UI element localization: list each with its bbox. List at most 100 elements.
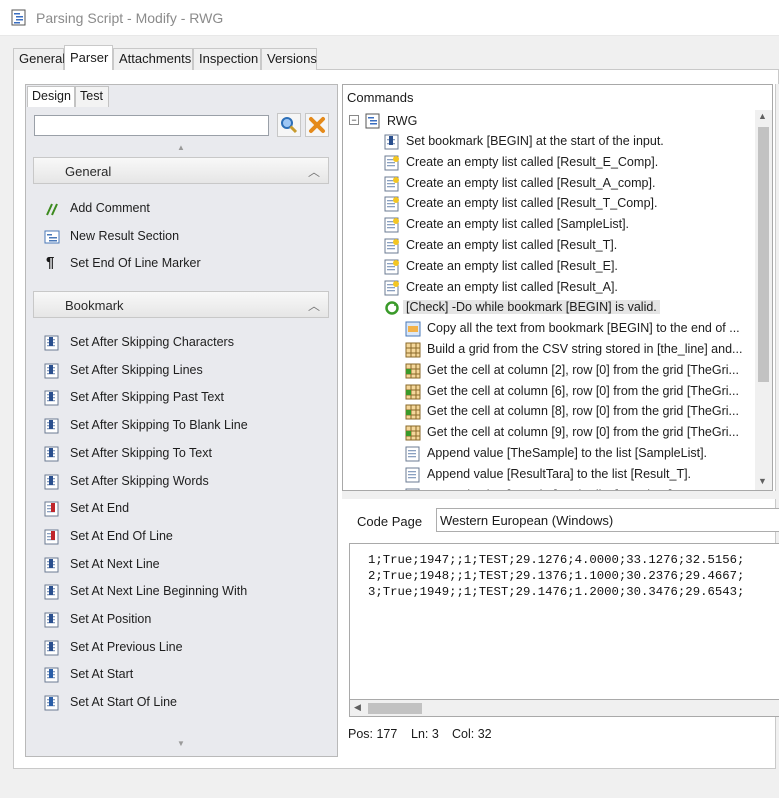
tab-test[interactable]: Test (75, 86, 109, 107)
toolbox-item-bookmark[interactable]: Set After Skipping Past Text (44, 388, 324, 408)
tree-root-label: RWG (387, 114, 418, 128)
toolbox-item-label: Set After Skipping To Blank Line (70, 418, 248, 433)
tree-row-command[interactable]: Create an empty list called [Result_T_Co… (384, 194, 764, 214)
result-section-icon (44, 230, 60, 244)
scrollbar-thumb[interactable] (368, 703, 422, 714)
tree-row-label: Create an empty list called [SampleList]… (406, 217, 630, 232)
test-input-textarea[interactable]: 1;True;1947;;1;TEST;29.1276;4.0000;33.12… (349, 543, 779, 717)
tree-row-command[interactable]: Get the cell at column [6], row [0] from… (405, 382, 772, 402)
tree-row-command[interactable]: Create an empty list called [Result_E]. (384, 257, 764, 277)
toolbox-scroll-up-icon[interactable]: ▲ (177, 143, 185, 152)
toolbox-scroll-down-icon[interactable]: ▼ (177, 739, 185, 748)
tab-versions[interactable]: Versions (261, 48, 317, 70)
tree-row-label: Get the cell at column [9], row [0] from… (427, 425, 739, 440)
toolbox-item-bookmark[interactable]: Set After Skipping To Blank Line (44, 416, 324, 436)
tree-row-command[interactable]: Create an empty list called [Result_A_co… (384, 174, 764, 194)
tree-row-command[interactable]: Create an empty list called [SampleList]… (384, 215, 764, 235)
toolbox-item-bookmark[interactable]: Set At Next Line (44, 555, 324, 575)
bookmark-start-icon (44, 695, 59, 711)
list-icon (384, 155, 399, 171)
commands-panel: Commands − RWG Set bookmark [BEGIN] at t… (342, 84, 773, 491)
tree-row-command[interactable]: Get the cell at column [9], row [0] from… (405, 423, 772, 443)
tree-row-label: Create an empty list called [Result_E]. (406, 258, 618, 273)
tree-row-command[interactable]: Create an empty list called [Result_A]. (384, 278, 764, 298)
toolbox-item-label: Set At Previous Line (70, 639, 183, 654)
loop-icon (385, 301, 399, 316)
tree-row-command[interactable]: Get the cell at column [8], row [0] from… (405, 402, 772, 422)
tree-row-label: Get the cell at column [6], row [0] from… (427, 383, 739, 398)
toolbox-item-label: Set After Skipping To Text (70, 445, 212, 460)
toolbox-item-bookmark[interactable]: Set After Skipping Words (44, 472, 324, 492)
toolbox-item-label: Set At Next Line (70, 556, 160, 571)
bookmark-icon (44, 418, 59, 434)
toolbox-item-bookmark[interactable]: Set After Skipping Lines (44, 361, 324, 381)
tab-design[interactable]: Design (27, 86, 75, 107)
text-horizontal-scrollbar[interactable]: ◀ (349, 699, 779, 717)
tree-row-command[interactable]: Set bookmark [BEGIN] at the start of the… (384, 132, 764, 152)
tab-attachments[interactable]: Attachments (113, 48, 193, 70)
tree-row-command[interactable]: Create an empty list called [Result_E_Co… (384, 153, 764, 173)
commands-vertical-scrollbar[interactable]: ▲ ▼ (755, 110, 772, 490)
tree-row-label: Create an empty list called [Result_E_Co… (406, 154, 659, 169)
tree-root[interactable]: − RWG (349, 112, 449, 132)
tab-general[interactable]: General (13, 48, 65, 70)
toolbox-item-bookmark[interactable]: Set At End Of Line (44, 527, 324, 547)
tree-row-command[interactable]: Get the cell at column [2], row [0] from… (405, 361, 772, 381)
toolbox-item-bookmark[interactable]: Set After Skipping To Text (44, 444, 324, 464)
pilcrow-icon: ¶ (46, 254, 55, 271)
collapse-chevron-icon: ︿ (307, 299, 320, 313)
bookmark-icon (44, 584, 59, 600)
copy-text-icon (405, 321, 421, 337)
group-header-bookmark[interactable]: Bookmark ︿ (33, 291, 329, 318)
tree-row-command[interactable]: Copy all the text from bookmark [BEGIN] … (405, 319, 772, 339)
toolbox-item-set-end-of-line-marker[interactable]: ¶ Set End Of Line Marker (44, 254, 324, 274)
search-button[interactable] (277, 113, 301, 137)
toolbox-item-bookmark[interactable]: Set At Next Line Beginning With (44, 582, 324, 602)
scroll-up-icon[interactable]: ▲ (758, 111, 767, 121)
toolbox-item-label: Set At Next Line Beginning With (70, 584, 248, 599)
toolbox-item-label: Set End Of Line Marker (70, 256, 201, 270)
collapse-toggle-icon[interactable]: − (349, 115, 359, 125)
toolbox-item-label: Set After Skipping Past Text (70, 390, 225, 405)
tree-row-command[interactable]: Append value [TheSample] to the list [Sa… (405, 444, 772, 464)
status-column: Col: 32 (452, 727, 492, 741)
tab-parser[interactable]: Parser (64, 45, 113, 70)
bookmark-icon (44, 612, 59, 628)
grid-cell-icon (405, 363, 421, 379)
bookmark-icon (44, 557, 59, 573)
toolbox-search-input[interactable] (34, 115, 269, 136)
tree-row-loop[interactable]: [Check] -Do while bookmark [BEGIN] is va… (384, 298, 764, 318)
script-app-icon (11, 9, 26, 26)
toolbox-item-bookmark[interactable]: Set At Position (44, 610, 324, 630)
tab-inspection[interactable]: Inspection (193, 48, 261, 70)
toolbox-item-label: Set At Start (70, 667, 134, 682)
toolbox-item-bookmark[interactable]: Set After Skipping Characters (44, 333, 324, 353)
toolbox-item-label: Set At Position (70, 612, 152, 626)
toolbox-item-bookmark[interactable]: Set At End (44, 499, 324, 519)
bookmark-icon (384, 134, 399, 150)
grid-cell-icon (405, 425, 421, 441)
bookmark-start-icon (44, 667, 59, 683)
scrollbar-thumb[interactable] (758, 127, 769, 382)
status-line: Ln: 3 (411, 727, 439, 741)
group-header-general[interactable]: General ︿ (33, 157, 329, 184)
scroll-down-icon[interactable]: ▼ (758, 476, 767, 486)
append-icon (405, 446, 420, 462)
comment-icon (46, 203, 58, 216)
tree-row-label: Copy all the text from bookmark [BEGIN] … (427, 321, 740, 336)
tree-row-command[interactable]: Build a grid from the CSV string stored … (405, 340, 772, 360)
toolbox-item-new-result-section[interactable]: New Result Section (44, 227, 324, 247)
toolbox-item-bookmark[interactable]: Set At Start Of Line (44, 693, 324, 713)
append-icon (405, 467, 420, 483)
clear-search-button[interactable] (305, 113, 329, 137)
tree-row-command[interactable]: Create an empty list called [Result_T]. (384, 236, 764, 256)
tree-row-label: Get the cell at column [8], row [0] from… (427, 404, 739, 419)
tree-row-command[interactable]: Append value [ResultTara] to the list [R… (405, 465, 772, 485)
code-page-select[interactable]: Western European (Windows) (436, 508, 779, 532)
title-bar: Parsing Script - Modify - RWG (0, 0, 779, 36)
toolbox-item-bookmark[interactable]: Set At Start (44, 665, 324, 685)
scroll-left-icon[interactable]: ◀ (354, 702, 361, 713)
pane-splitter[interactable] (342, 491, 779, 499)
toolbox-item-bookmark[interactable]: Set At Previous Line (44, 638, 324, 658)
toolbox-item-add-comment[interactable]: Add Comment (44, 199, 324, 219)
